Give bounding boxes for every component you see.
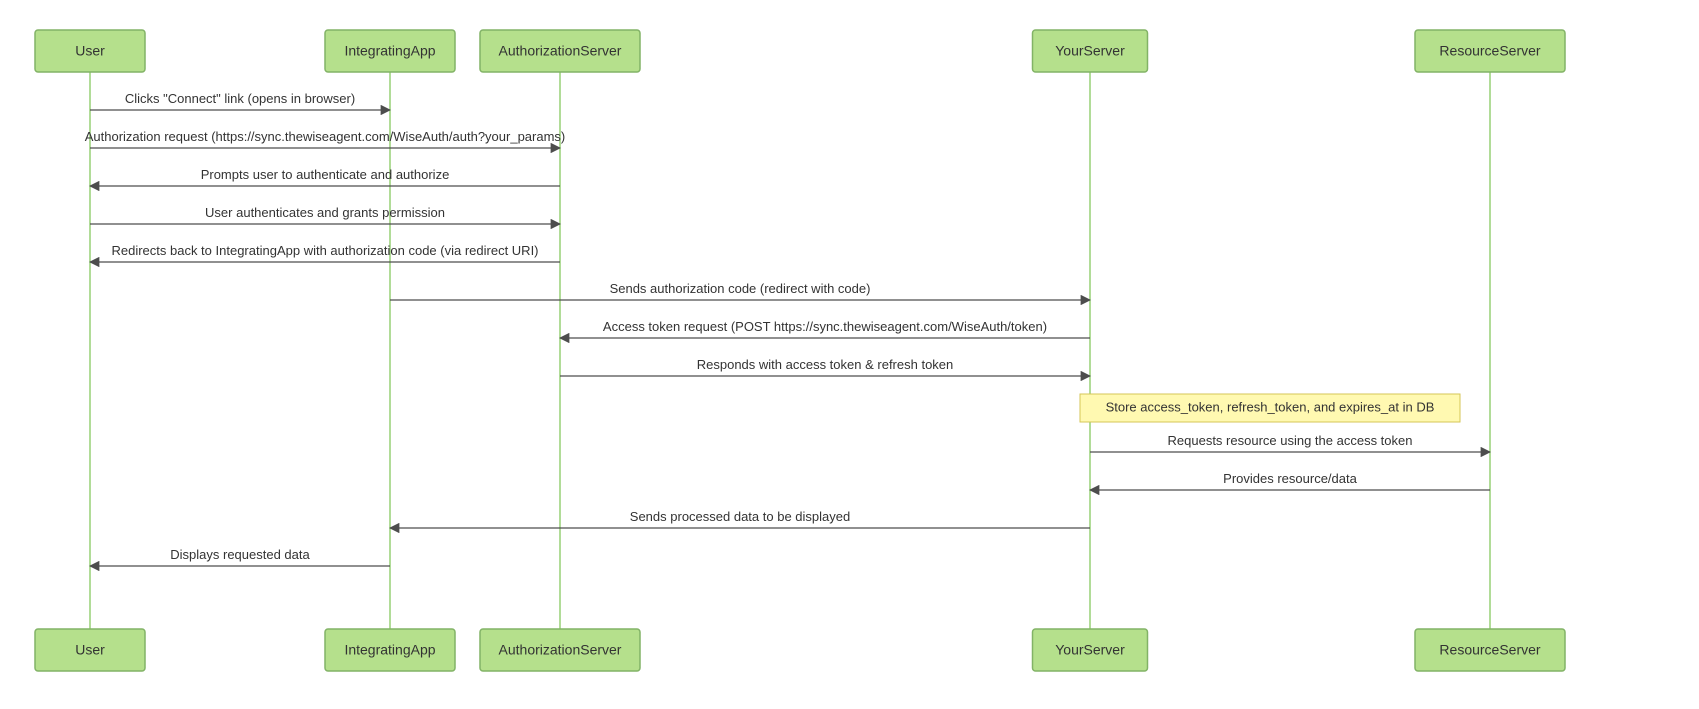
message-label: Prompts user to authenticate and authori…	[201, 167, 450, 182]
sequence-diagram: User IntegratingApp AuthorizationServer You…	[0, 0, 1699, 701]
participant-label-your: YourServer	[1055, 642, 1125, 658]
participant-label-auth: AuthorizationServer	[499, 642, 622, 658]
note-text: Store access_token, refresh_token, and e…	[1106, 399, 1435, 414]
message-label: Authorization request (https://sync.thew…	[85, 129, 566, 144]
message-label: Provides resource/data	[1223, 471, 1357, 486]
participant-label-your: YourServer	[1055, 43, 1125, 59]
message-label: Sends processed data to be displayed	[630, 509, 850, 524]
message-label: User authenticates and grants permission	[205, 205, 445, 220]
participant-label-app: IntegratingApp	[344, 43, 435, 59]
message-label: Responds with access token & refresh tok…	[697, 357, 954, 372]
participant-label-user: User	[75, 43, 105, 59]
participant-label-user: User	[75, 642, 105, 658]
message-label: Access token request (POST https://sync.…	[603, 319, 1047, 334]
message-label: Displays requested data	[170, 547, 310, 562]
participant-label-res: ResourceServer	[1439, 642, 1540, 658]
participant-label-app: IntegratingApp	[344, 642, 435, 658]
participant-label-res: ResourceServer	[1439, 43, 1540, 59]
message-label: Sends authorization code (redirect with …	[610, 281, 871, 296]
message-label: Requests resource using the access token	[1168, 433, 1413, 448]
participant-label-auth: AuthorizationServer	[499, 43, 622, 59]
message-label: Redirects back to IntegratingApp with au…	[111, 243, 538, 258]
message-label: Clicks "Connect" link (opens in browser)	[125, 91, 355, 106]
